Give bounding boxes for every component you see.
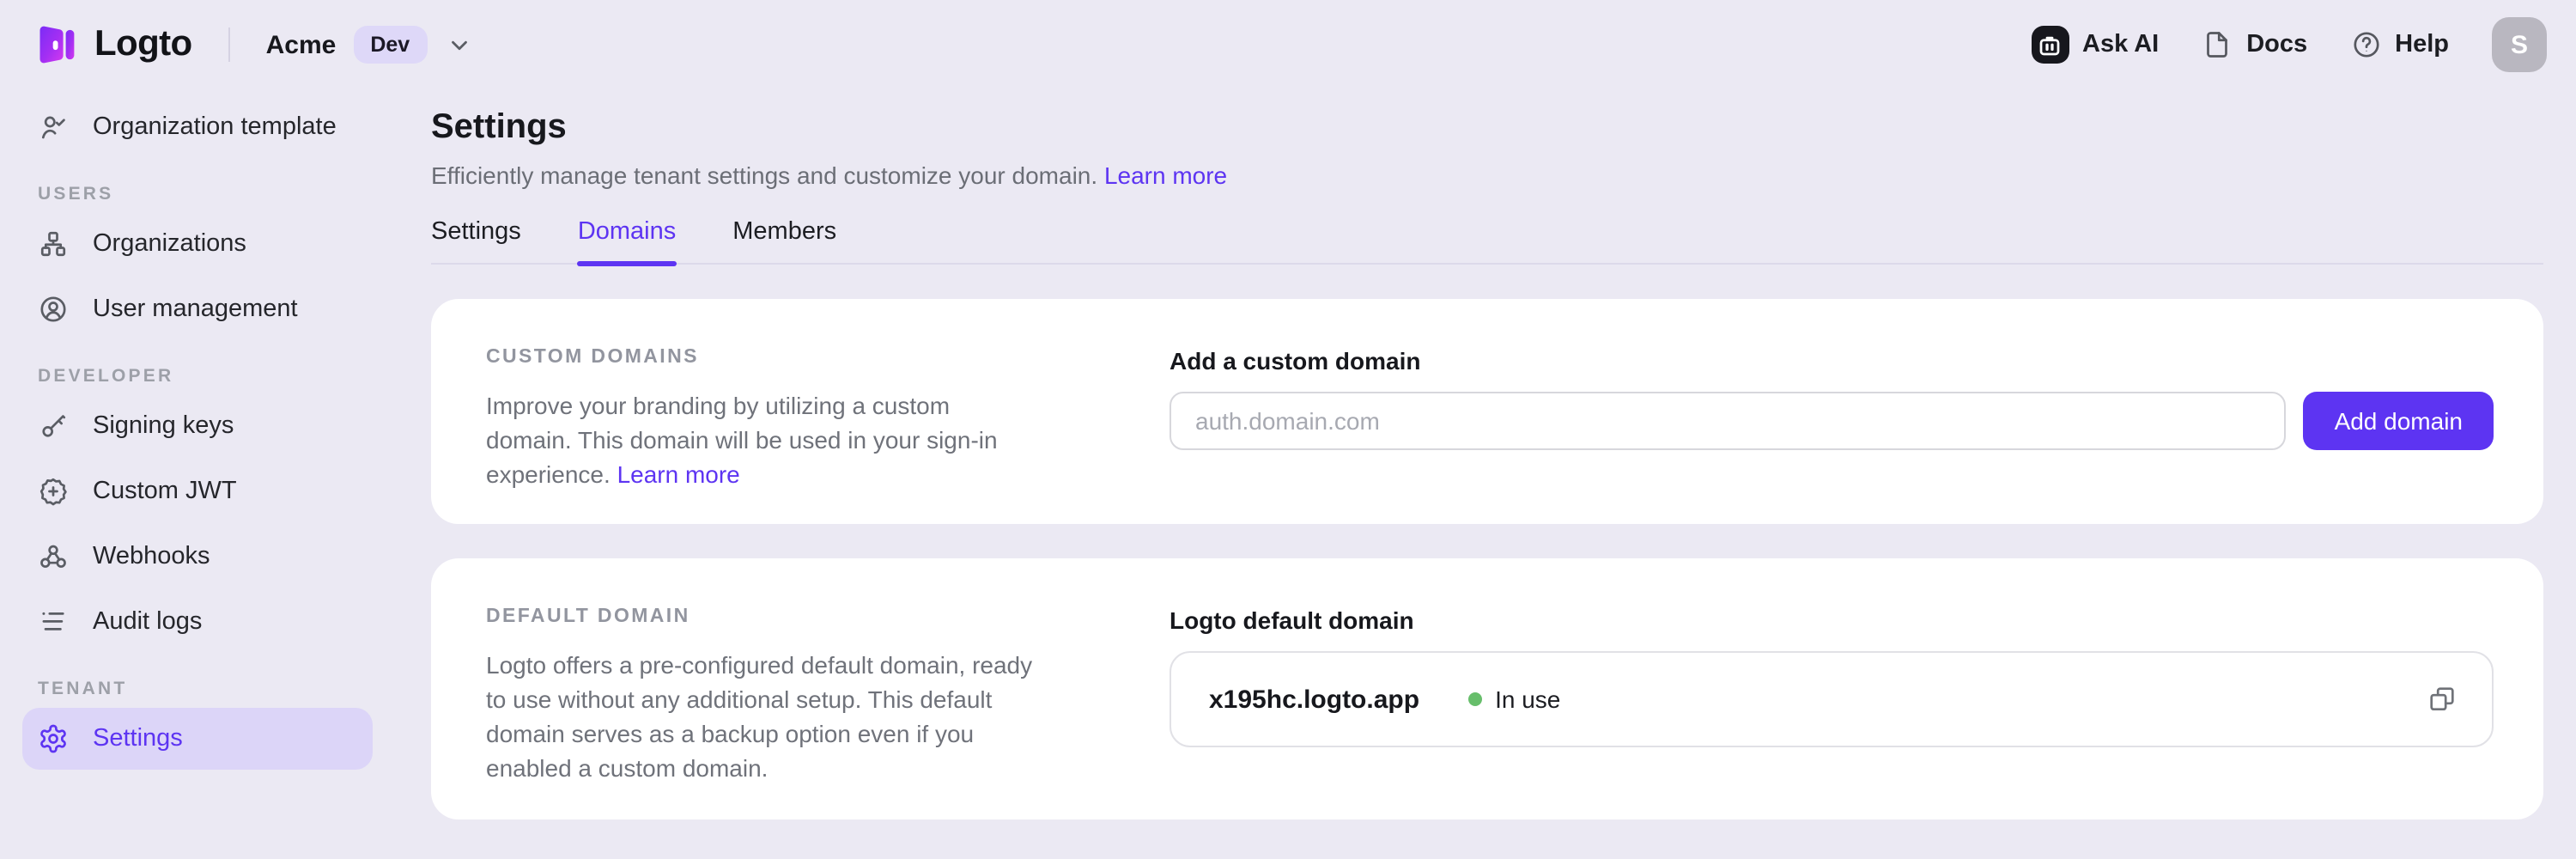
default-domain-description: Logto offers a pre-configured default do… (486, 648, 1036, 785)
sidebar-item-label: Organization template (93, 113, 337, 141)
sidebar-section-developer: DEVELOPER (38, 366, 357, 387)
sidebar-item-signing-keys[interactable]: Signing keys (22, 395, 373, 457)
help-button[interactable]: Help (2350, 29, 2449, 60)
custom-domains-description: Improve your branding by utilizing a cus… (486, 388, 1036, 491)
org-chart-icon (38, 228, 69, 259)
tenant-env-badge: Dev (353, 26, 427, 64)
custom-domains-card: CUSTOM DOMAINS Improve your branding by … (431, 299, 2543, 524)
chevron-down-icon (446, 32, 471, 58)
sidebar-item-label: Custom JWT (93, 478, 237, 505)
sidebar-item-label: Webhooks (93, 543, 210, 570)
sidebar-item-label: Signing keys (93, 412, 234, 440)
ask-ai-label: Ask AI (2082, 31, 2159, 58)
custom-domains-info: CUSTOM DOMAINS Improve your branding by … (486, 344, 1170, 491)
domain-status-badge: In use (1467, 685, 1560, 713)
sidebar-section-users: USERS (38, 184, 357, 204)
copy-domain-button[interactable] (2427, 684, 2458, 715)
webhook-icon (38, 541, 69, 572)
document-icon (2202, 29, 2233, 60)
logto-default-domain-label: Logto default domain (1170, 603, 2494, 637)
sidebar-item-organizations[interactable]: Organizations (22, 213, 373, 275)
default-domain-heading: DEFAULT DOMAIN (486, 603, 1170, 631)
docs-label: Docs (2246, 31, 2307, 58)
sidebar-item-settings[interactable]: Settings (22, 708, 373, 770)
custom-domain-input[interactable] (1170, 392, 2287, 450)
list-log-icon (38, 606, 69, 637)
topbar-divider (228, 27, 230, 62)
add-custom-domain-label: Add a custom domain (1170, 344, 2494, 378)
tab-members[interactable]: Members (732, 218, 836, 263)
docs-button[interactable]: Docs (2202, 29, 2307, 60)
sidebar-item-webhooks[interactable]: Webhooks (22, 526, 373, 588)
tab-domains[interactable]: Domains (578, 218, 676, 263)
default-domain-field: Logto default domain x195hc.logto.app In… (1170, 603, 2494, 785)
sidebar-item-organization-template[interactable]: Organization template (22, 96, 373, 158)
user-circle-icon (38, 294, 69, 325)
main-content: Settings Efficiently manage tenant setti… (395, 89, 2576, 859)
custom-domains-heading: CUSTOM DOMAINS (486, 344, 1170, 371)
logto-logo: Logto (34, 22, 192, 67)
tenant-selector[interactable]: Acme Dev (266, 26, 472, 64)
page-subtitle-text: Efficiently manage tenant settings and c… (431, 161, 1097, 189)
user-avatar[interactable]: S (2492, 17, 2547, 72)
ask-ai-robot-icon (2031, 26, 2069, 64)
add-domain-button[interactable]: Add domain (2304, 392, 2494, 450)
default-domain-row: x195hc.logto.app In use (1170, 651, 2494, 747)
logto-logo-icon (34, 22, 79, 67)
topbar: Logto Acme Dev Ask AI (0, 0, 2576, 89)
page-title: Settings (431, 105, 2543, 151)
subtitle-learn-more-link[interactable]: Learn more (1104, 161, 1227, 189)
sidebar-item-label: Settings (93, 725, 183, 752)
tenant-name: Acme (266, 30, 337, 59)
copy-icon (2427, 684, 2458, 715)
badge-plus-icon (38, 476, 69, 507)
ask-ai-button[interactable]: Ask AI (2031, 26, 2159, 64)
sidebar-item-label: User management (93, 295, 298, 323)
app-window: Logto Acme Dev Ask AI (0, 0, 2576, 859)
status-label: In use (1495, 685, 1560, 713)
gear-icon (38, 723, 69, 754)
default-domain-info: DEFAULT DOMAIN Logto offers a pre-config… (486, 603, 1170, 785)
sidebar-item-custom-jwt[interactable]: Custom JWT (22, 460, 373, 522)
sidebar-section-tenant: TENANT (38, 679, 357, 699)
status-dot-icon (1467, 692, 1481, 706)
sidebar-item-user-management[interactable]: User management (22, 278, 373, 340)
default-domain-card: DEFAULT DOMAIN Logto offers a pre-config… (431, 558, 2543, 819)
help-label: Help (2395, 31, 2449, 58)
page-subtitle: Efficiently manage tenant settings and c… (431, 158, 2543, 192)
sidebar: Organization template USERS Organization… (0, 89, 395, 859)
tab-bar: Settings Domains Members (431, 218, 2543, 265)
topbar-actions: Ask AI Docs Help S (2031, 17, 2547, 72)
tab-settings[interactable]: Settings (431, 218, 521, 263)
custom-domains-learn-more-link[interactable]: Learn more (617, 460, 740, 488)
help-question-icon (2350, 29, 2381, 60)
sidebar-item-label: Organizations (93, 230, 246, 258)
sidebar-item-label: Audit logs (93, 608, 202, 636)
key-icon (38, 411, 69, 442)
person-check-icon (38, 112, 69, 143)
custom-domains-form: Add a custom domain Add domain (1170, 344, 2494, 491)
sidebar-item-audit-logs[interactable]: Audit logs (22, 591, 373, 653)
logo-text: Logto (94, 24, 192, 65)
default-domain-value: x195hc.logto.app (1209, 685, 1419, 714)
